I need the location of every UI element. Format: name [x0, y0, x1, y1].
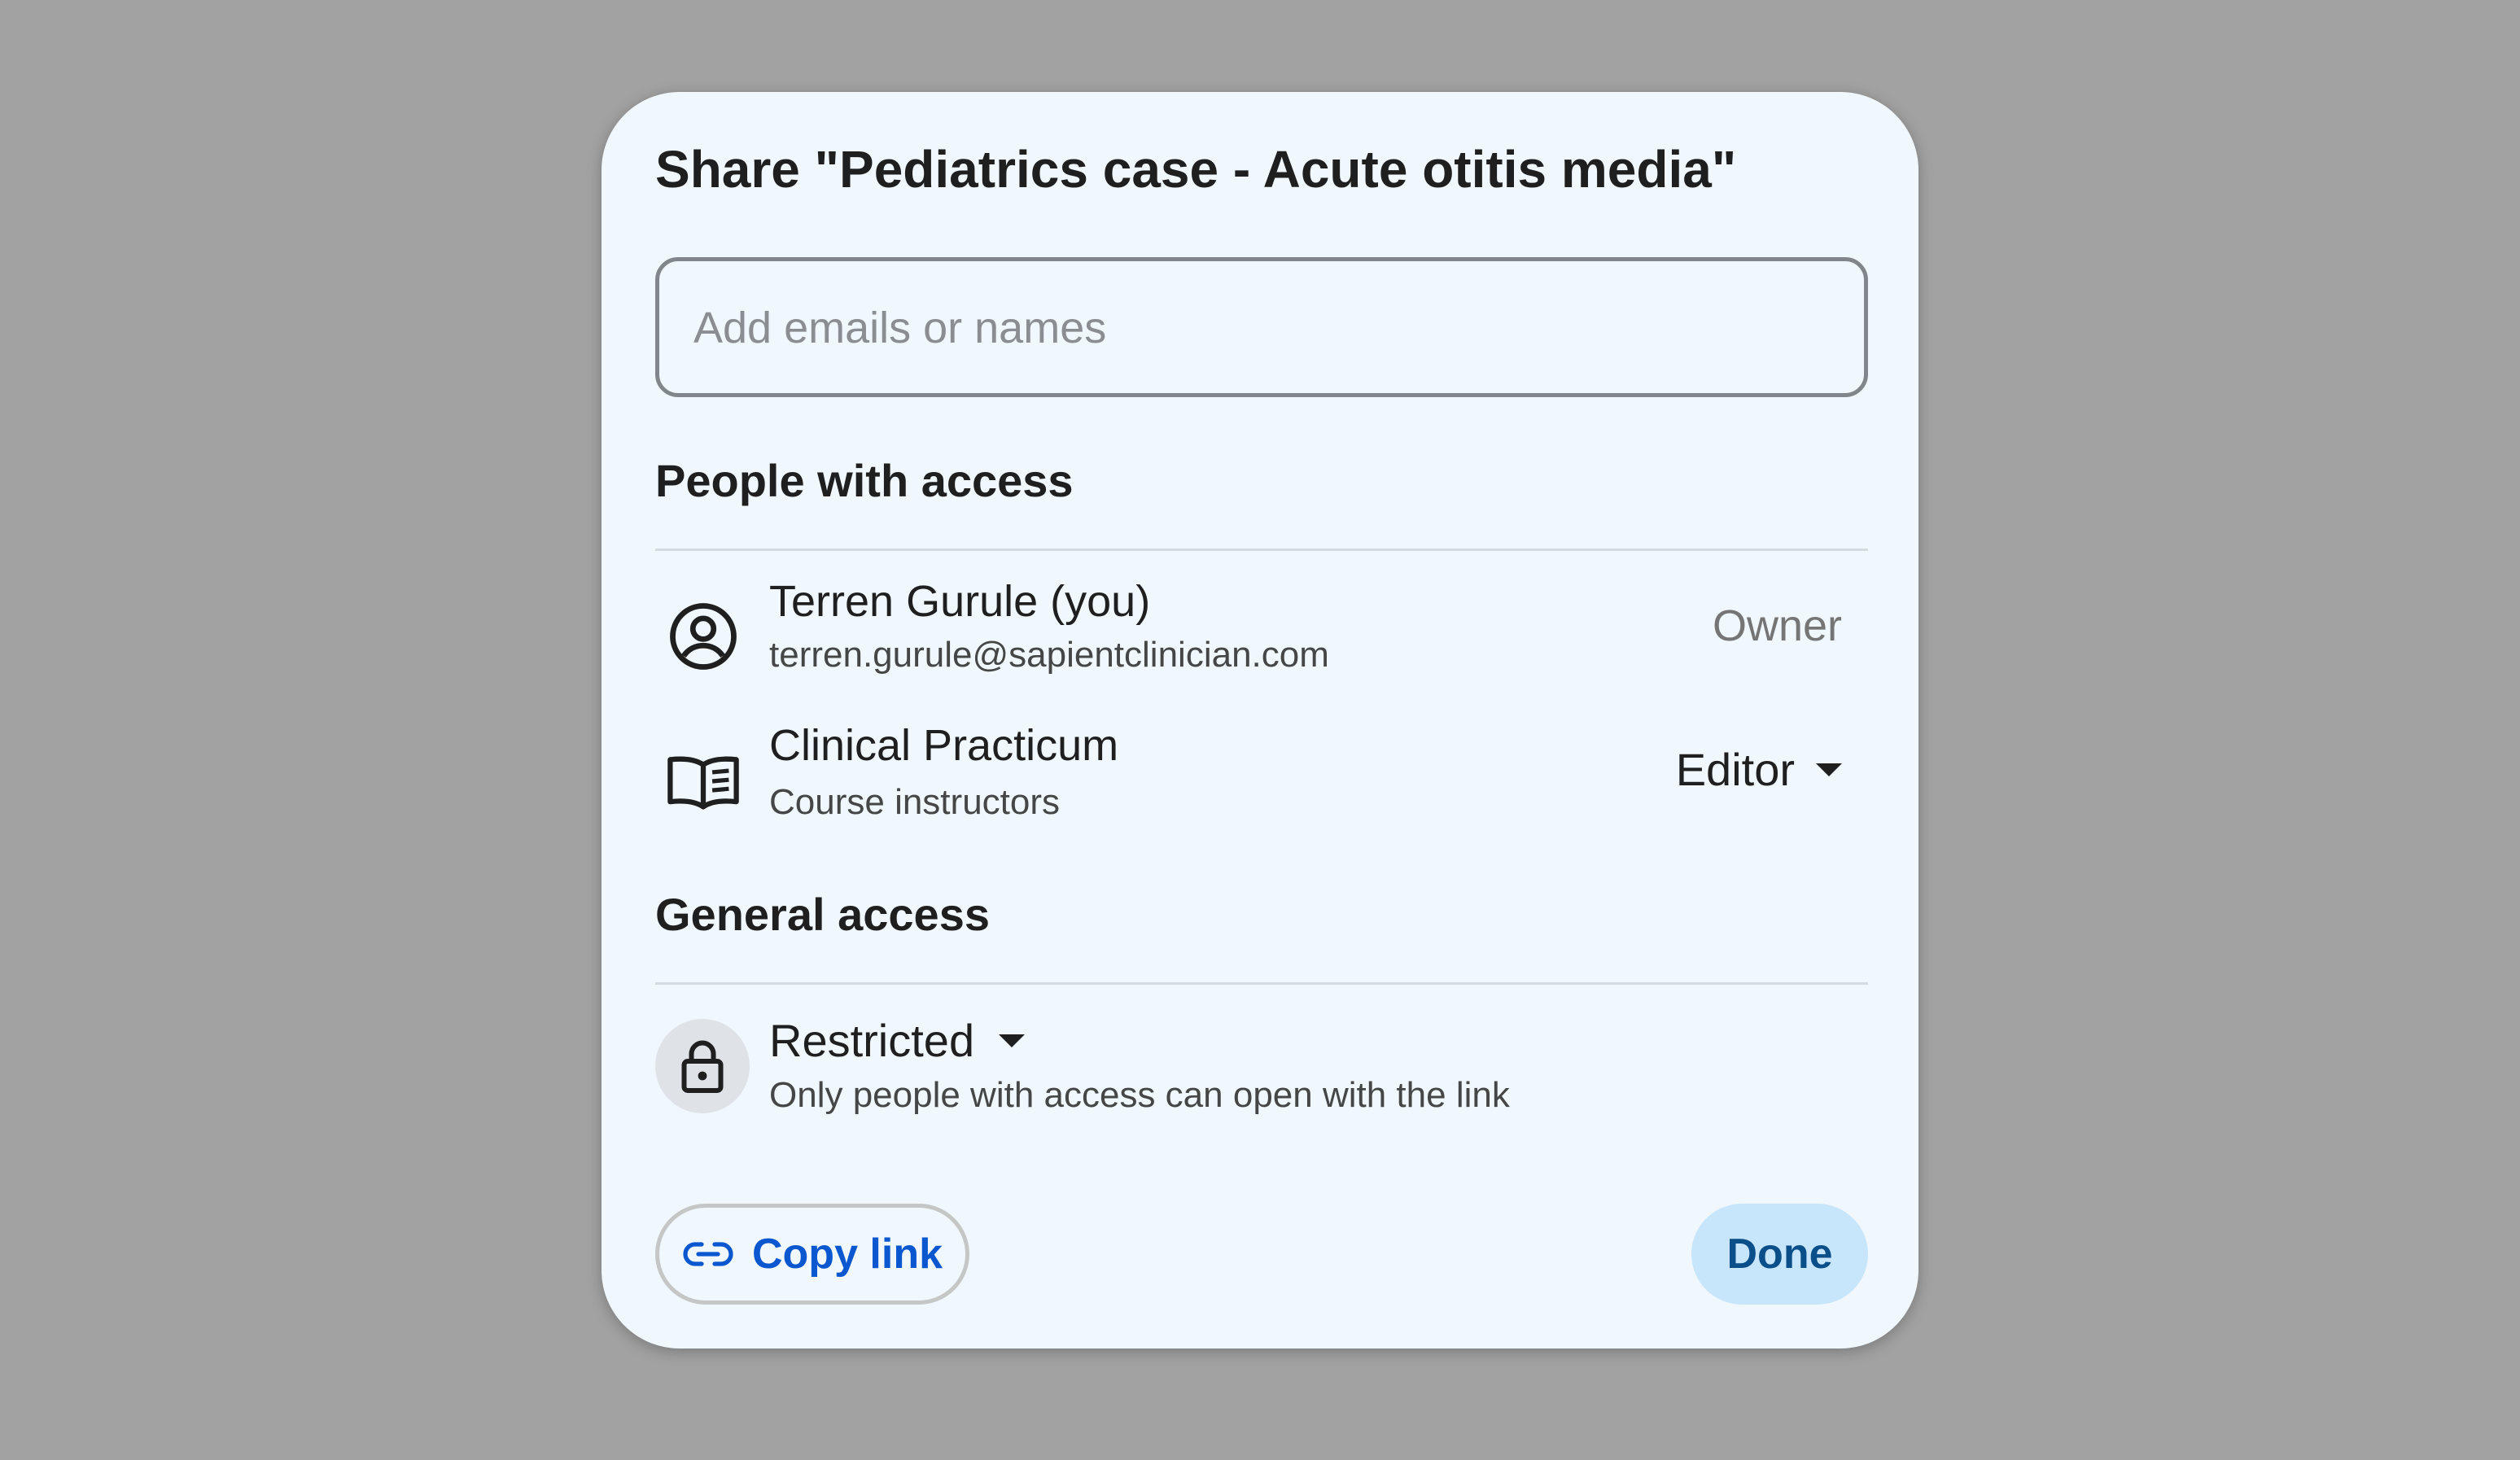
editor-role-dropdown[interactable]: Editor — [1676, 743, 1842, 796]
divider — [655, 982, 1868, 985]
lock-icon — [655, 1019, 750, 1113]
member-detail: Course instructors — [769, 782, 1061, 822]
access-description: Only people with access can open with th… — [769, 1075, 1510, 1115]
member-name: Clinical Practicum — [769, 721, 1119, 770]
add-people-input[interactable] — [692, 261, 1835, 395]
dialog-title: Share "Pediatrics case - Acute otitis me… — [655, 140, 1737, 199]
chevron-down-icon — [999, 1034, 1026, 1047]
access-level-dropdown[interactable]: Restricted — [769, 1014, 1026, 1067]
chevron-down-icon — [1816, 763, 1842, 776]
copy-link-label: Copy link — [751, 1231, 943, 1278]
copy-link-button[interactable]: Copy link — [655, 1204, 969, 1305]
search-field[interactable] — [655, 257, 1868, 397]
divider — [655, 549, 1868, 551]
link-icon — [683, 1242, 733, 1266]
role-label: Editor — [1675, 744, 1795, 795]
book-icon — [655, 733, 751, 829]
account-circle-icon — [655, 588, 751, 684]
share-dialog: Share "Pediatrics case - Acute otitis me… — [602, 92, 1918, 1349]
member-name: Terren Gurule (you) — [769, 577, 1151, 626]
people-with-access-heading: People with access — [655, 455, 1074, 506]
owner-role-label: Owner — [1712, 601, 1842, 650]
general-access-heading: General access — [655, 889, 990, 940]
access-level-label: Restricted — [769, 1015, 975, 1066]
member-email: terren.gurule@sapientclinician.com — [769, 635, 1329, 675]
done-button[interactable]: Done — [1691, 1204, 1868, 1305]
